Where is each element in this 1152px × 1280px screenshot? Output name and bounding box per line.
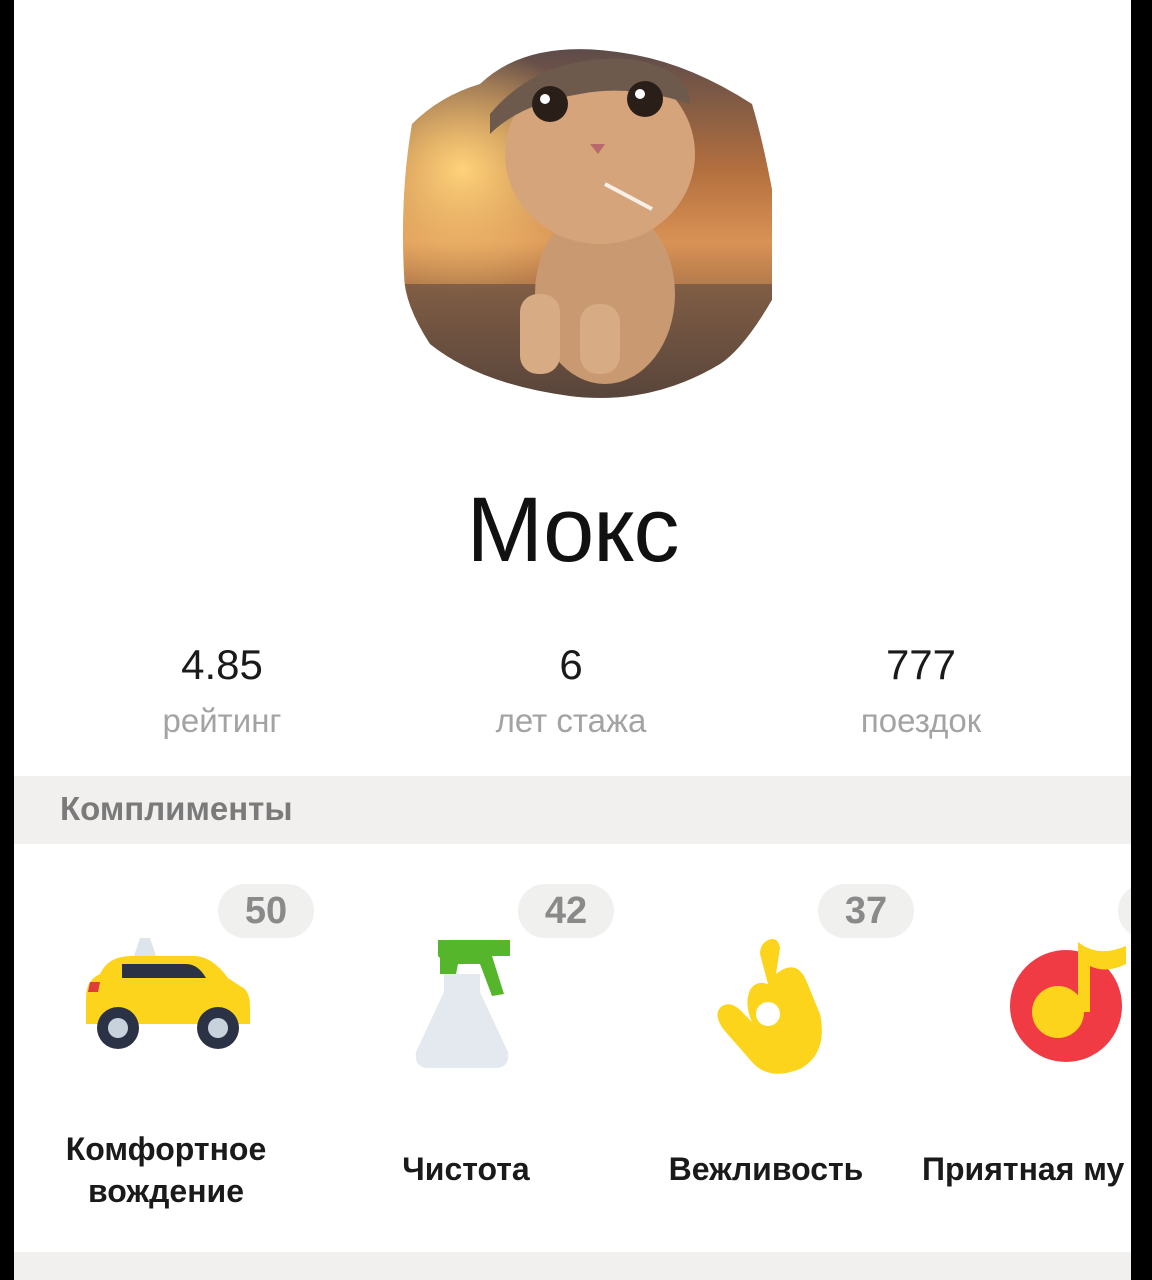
compliment-label: Комфортное вождение xyxy=(65,1131,267,1209)
driver-stats: 4.85 рейтинг 6 лет стажа 777 поездок xyxy=(14,640,1131,750)
spray-bottle-icon xyxy=(415,940,510,1068)
compliment-politeness[interactable]: 37 Вежливость xyxy=(616,844,916,1244)
compliment-count-badge: 37 xyxy=(818,884,914,938)
compliment-label: Вежливость xyxy=(668,1151,864,1187)
compliment-label: Приятная му xyxy=(922,1151,1125,1187)
driver-avatar[interactable] xyxy=(390,44,772,400)
compliments-section-header: Комплименты xyxy=(14,776,1131,844)
compliment-count-badge: 50 xyxy=(218,884,314,938)
compliments-title: Комплименты xyxy=(60,790,293,827)
compliment-cleanliness[interactable]: 42 Чистота xyxy=(316,844,616,1244)
compliment-count-badge: 42 xyxy=(518,884,614,938)
stat-experience: 6 лет стажа xyxy=(421,640,721,746)
stat-trips: 777 поездок xyxy=(771,640,1071,746)
compliment-label: Чистота xyxy=(402,1151,530,1187)
compliment-pleasant-music[interactable]: Приятная му xyxy=(916,844,1131,1244)
stat-trips-value: 777 xyxy=(885,641,957,688)
ok-hand-icon xyxy=(717,939,822,1074)
driver-profile-screen: Мокс 4.85 рейтинг 6 лет стажа 777 поездо… xyxy=(14,0,1131,1280)
taxi-car-icon xyxy=(86,938,250,1049)
driver-name: Мокс xyxy=(466,479,679,581)
stat-trips-label: поездок xyxy=(860,702,982,739)
stat-experience-label: лет стажа xyxy=(495,702,647,739)
stat-rating-label: рейтинг xyxy=(162,702,282,739)
compliment-comfortable-driving[interactable]: 50 Комфортное вождение xyxy=(16,844,316,1244)
stat-rating-value: 4.85 xyxy=(181,641,263,688)
stat-rating: 4.85 рейтинг xyxy=(72,640,372,746)
stat-experience-value: 6 xyxy=(559,641,583,688)
section-divider xyxy=(14,1252,1131,1280)
compliment-count-badge xyxy=(1118,884,1131,938)
music-note-icon xyxy=(1010,942,1126,1062)
compliments-carousel[interactable]: 50 Комфортное вождение 42 Чистота 37 Веж… xyxy=(14,844,1131,1244)
